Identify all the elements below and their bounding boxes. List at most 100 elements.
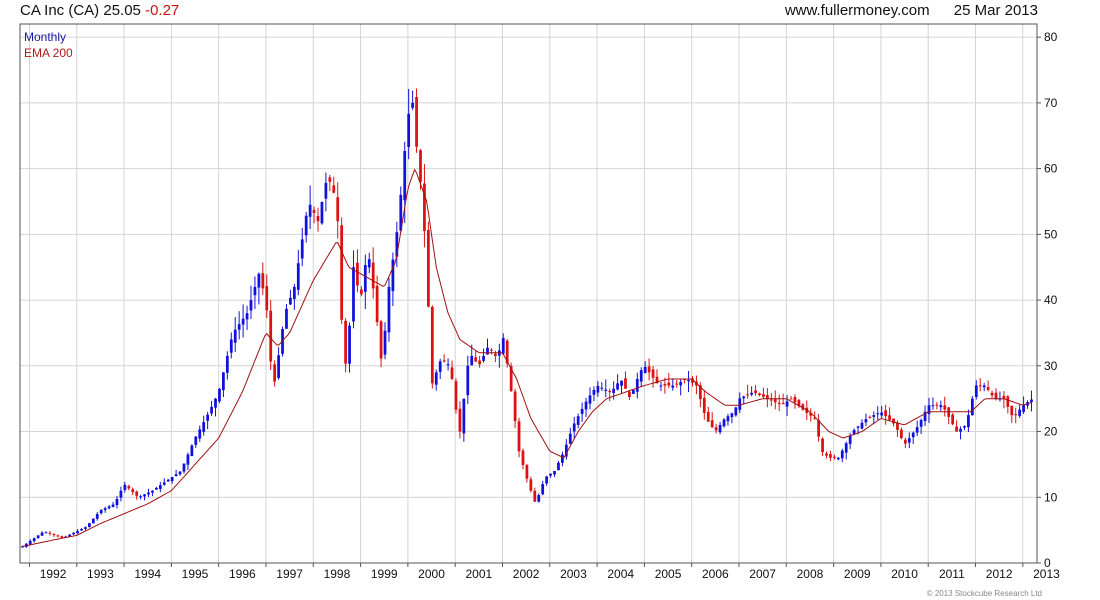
candle-up [860, 422, 864, 429]
candle-up [111, 504, 115, 507]
y-tick-label: 40 [1044, 293, 1058, 307]
candle-down [892, 418, 895, 424]
candle-up [123, 484, 127, 490]
candle-down [868, 416, 872, 418]
candle-up [387, 286, 391, 333]
candle-up [462, 398, 466, 434]
candle-down [265, 286, 269, 311]
candle-down [312, 209, 316, 213]
candle-down [1014, 414, 1018, 416]
candle-up [155, 487, 158, 490]
candle-up [162, 482, 166, 485]
x-tick-label: 2013 [1033, 567, 1060, 581]
candle-down [340, 225, 344, 320]
candle-down [951, 414, 955, 425]
candle-up [446, 364, 450, 366]
candle-up [639, 370, 643, 382]
candle-up [982, 385, 986, 388]
candle-up [1022, 404, 1025, 412]
candle-down [48, 532, 52, 534]
candle-up [320, 202, 324, 224]
candle-down [821, 438, 824, 452]
candle-down [419, 150, 422, 182]
candle-up [289, 297, 292, 305]
x-tick-label: 1992 [40, 567, 67, 581]
candle-down [994, 392, 998, 399]
candle-up [119, 490, 123, 498]
candle-up [726, 416, 730, 422]
candle-down [494, 353, 497, 356]
candle-up [738, 398, 742, 410]
candle-up [241, 318, 245, 325]
candle-up [80, 529, 83, 531]
candle-down [663, 383, 667, 386]
candle-down [52, 534, 56, 536]
candle-down [131, 489, 135, 493]
candle-up [206, 414, 210, 421]
candle-down [833, 456, 836, 458]
candle-down [458, 408, 462, 432]
candle-up [907, 438, 911, 443]
candle-down [825, 453, 828, 456]
candle-up [742, 396, 746, 399]
candle-up [584, 401, 588, 410]
x-axis: 1992 1993 1994 1995 1996 1997 1998 1999 2000 2001… [28, 563, 1060, 581]
candle-down [316, 216, 320, 222]
candle-down [943, 405, 947, 410]
candle-down [714, 427, 718, 431]
legend-ema-200: EMA 200 [24, 46, 73, 60]
candle-down [702, 397, 706, 413]
candle-down [478, 360, 482, 365]
candle-up [572, 423, 576, 432]
legend-monthly: Monthly [24, 30, 66, 44]
candle-up [407, 113, 411, 147]
candle-up [730, 413, 734, 418]
candle-up [367, 259, 371, 268]
candle-up [257, 273, 261, 288]
candle-down [328, 177, 332, 182]
candle-up [679, 381, 683, 386]
candle-up [245, 313, 249, 320]
x-tick-label: 2005 [655, 567, 682, 581]
candle-down [706, 411, 710, 422]
x-tick-label: 2011 [939, 567, 965, 581]
x-tick-label: 2000 [418, 567, 445, 581]
candle-down [935, 404, 939, 406]
candle-up [115, 498, 119, 506]
candle-down [896, 423, 899, 430]
candle-up [931, 405, 935, 407]
candle-down [521, 450, 525, 465]
candle-down [758, 393, 761, 396]
candle-up [296, 263, 300, 290]
x-tick-label: 1995 [182, 567, 209, 581]
candle-down [356, 262, 359, 286]
candle-up [785, 401, 789, 407]
candle-up [840, 450, 844, 459]
candle-down [710, 420, 714, 428]
candle-up [659, 385, 663, 387]
candle-up [76, 530, 79, 534]
candle-up [541, 484, 545, 495]
candle-down [60, 536, 64, 538]
x-tick-label: 1996 [229, 567, 256, 581]
candle-up [466, 365, 470, 396]
candle-up [222, 372, 225, 391]
candle-up [486, 347, 489, 355]
candle-up [967, 415, 970, 428]
candle-up [170, 477, 174, 482]
candle-up [919, 420, 923, 427]
candle-down [667, 382, 671, 386]
candle-down [525, 465, 529, 479]
candle-up [959, 428, 962, 432]
x-tick-label: 1993 [87, 567, 114, 581]
candle-up [588, 395, 592, 404]
candle-up [151, 490, 154, 493]
candle-up [939, 405, 943, 408]
candle-up [103, 508, 107, 511]
candle-up [182, 463, 186, 472]
candle-down [773, 399, 777, 403]
candle-up [501, 338, 505, 354]
candle-up [285, 308, 288, 329]
candle-down [375, 285, 379, 322]
candle-up [84, 527, 87, 529]
